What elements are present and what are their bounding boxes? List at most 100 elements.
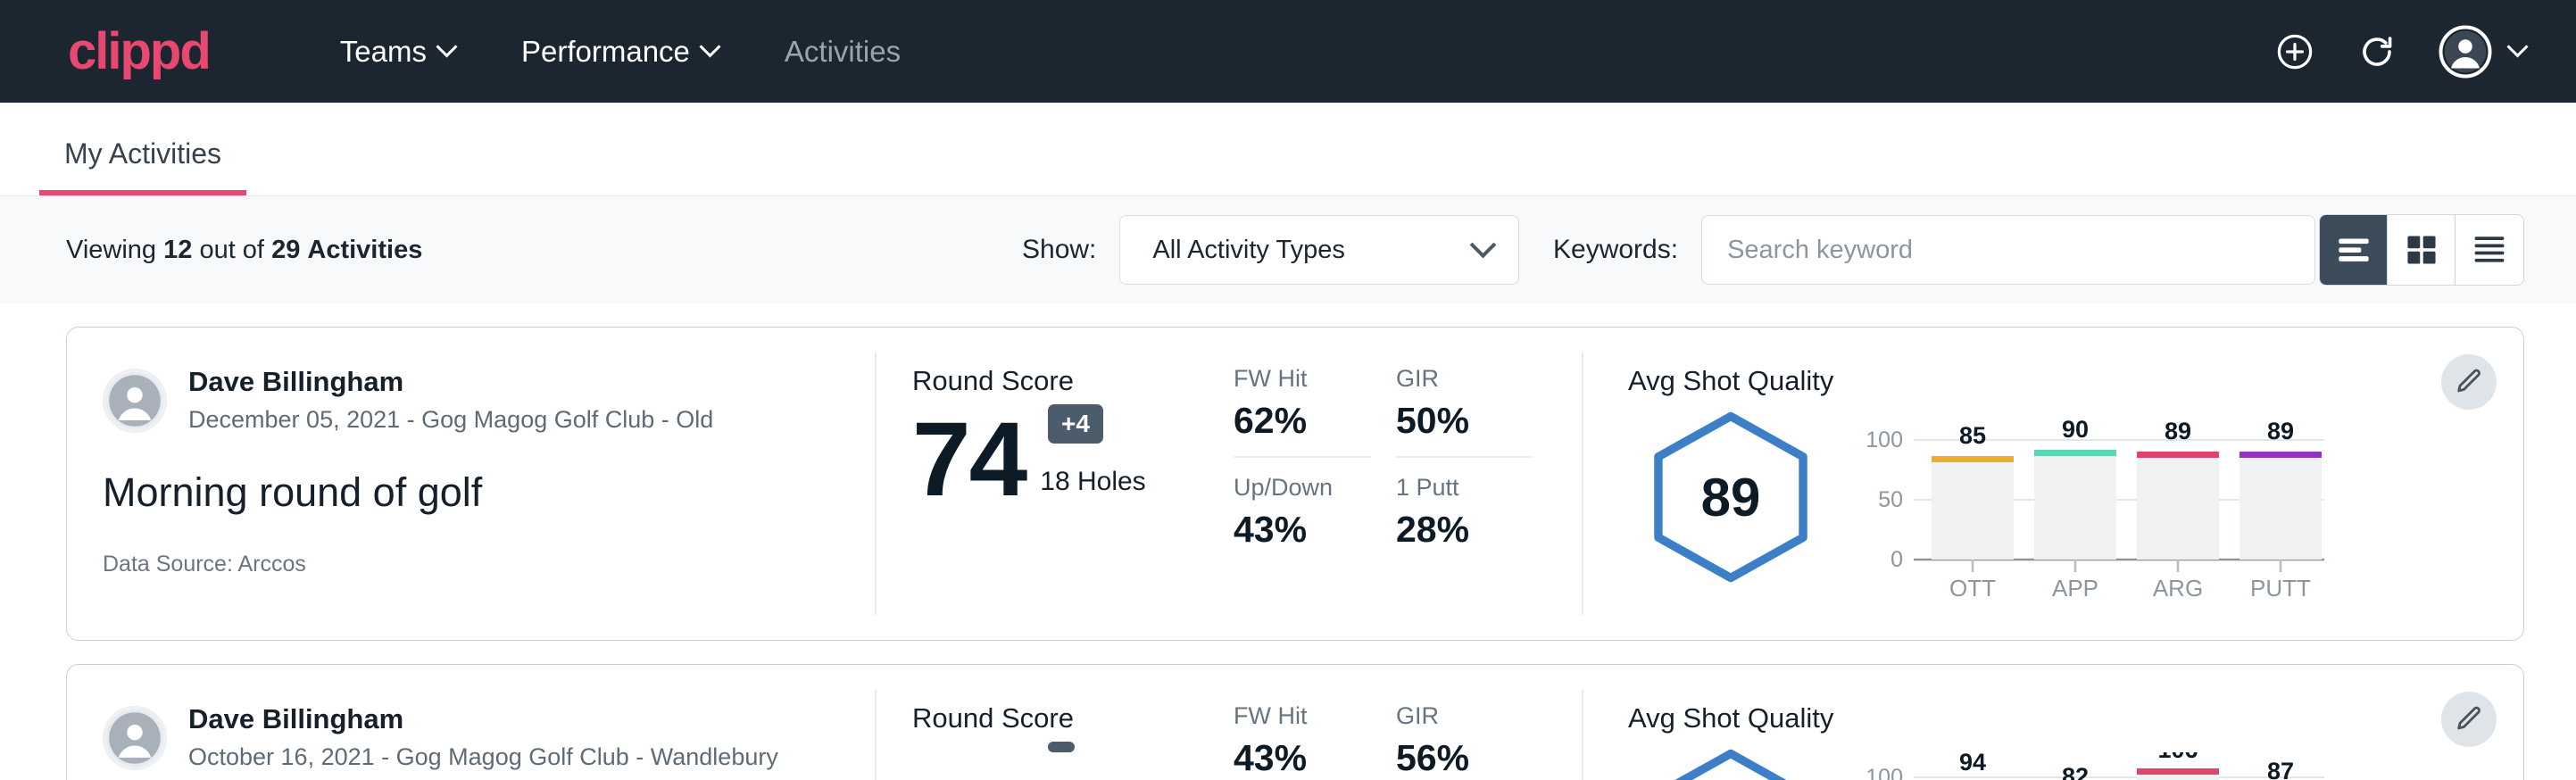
stat-column-right: GIR 56%	[1396, 702, 1558, 780]
activity-type-filter: Show: All Activity Types	[1022, 215, 1519, 285]
svg-text:106: 106	[2157, 752, 2198, 763]
nav-item-performance[interactable]: Performance	[489, 35, 752, 69]
primary-nav-links: Teams Performance Activities	[308, 35, 933, 69]
stat-column-right: GIR 50% 1 Putt 28%	[1396, 365, 1558, 640]
shot-quality-value: 89	[1646, 410, 1816, 585]
account-menu[interactable]	[2439, 25, 2528, 79]
list-view-button[interactable]	[2320, 215, 2388, 285]
round-score-label: Round Score	[912, 702, 1234, 734]
activity-meta: October 16, 2021 - Gog Magog Golf Club -…	[188, 741, 778, 773]
shot-quality-value	[1646, 747, 1816, 780]
score-differential-badge	[1048, 742, 1075, 752]
chevron-down-icon	[702, 39, 720, 57]
stat-value: 56%	[1396, 737, 1558, 779]
shot-quality-block: Avg Shot Quality 89 100 50 0	[1583, 328, 2523, 640]
plus-circle-icon[interactable]	[2274, 31, 2315, 72]
stat-value: 62%	[1234, 400, 1396, 442]
svg-text:85: 85	[1959, 422, 1986, 449]
stat-value: 43%	[1234, 509, 1396, 551]
compact-view-button[interactable]	[2456, 215, 2523, 285]
tab-bar: My Activities	[0, 103, 2576, 196]
nav-item-teams[interactable]: Teams	[308, 35, 489, 69]
stat-label: FW Hit	[1234, 702, 1396, 730]
y-tick-50: 50	[1878, 487, 1903, 512]
keywords-label: Keywords:	[1553, 235, 1678, 265]
view-mode-toggle	[2319, 214, 2524, 286]
svg-text:89: 89	[2267, 418, 2294, 444]
search-input[interactable]	[1701, 215, 2315, 285]
edit-activity-button[interactable]	[2441, 354, 2497, 410]
user-name: Dave Billingham	[188, 365, 713, 400]
activity-user: Dave Billingham December 05, 2021 - Gog …	[103, 365, 875, 436]
shot-quality-bar-chart: 100 50 0 94 OTT	[1853, 740, 2326, 780]
refresh-icon[interactable]	[2356, 31, 2397, 72]
activity-summary: Dave Billingham December 05, 2021 - Gog …	[67, 328, 875, 640]
bar-app: 90 APP	[2034, 416, 2116, 602]
stat-column-left: FW Hit 43%	[1234, 702, 1396, 780]
svg-text:APP: APP	[2052, 575, 2098, 602]
stat-value: 43%	[1234, 737, 1396, 779]
stat-label: Up/Down	[1234, 474, 1396, 502]
viewing-total: 29	[271, 236, 300, 264]
activity-type-select[interactable]: All Activity Types	[1119, 215, 1519, 285]
round-score-block: Round Score	[877, 665, 1234, 780]
activity-card[interactable]: Dave Billingham December 05, 2021 - Gog …	[66, 327, 2524, 641]
activity-card-list: Dave Billingham December 05, 2021 - Gog …	[0, 303, 2576, 780]
stat-divider	[1396, 456, 1533, 458]
svg-text:82: 82	[2062, 763, 2089, 780]
shot-quality-label: Avg Shot Quality	[1628, 365, 2523, 397]
top-navigation-bar: clippd Teams Performance Activities	[0, 0, 2576, 103]
nav-right-actions	[2274, 25, 2528, 79]
stat-label: GIR	[1396, 702, 1558, 730]
viewing-prefix: Viewing	[66, 236, 156, 264]
y-tick-0: 0	[1890, 547, 1903, 572]
activity-title: Morning round of golf	[103, 469, 875, 516]
svg-text:PUTT: PUTT	[2250, 575, 2311, 602]
svg-text:90: 90	[2062, 416, 2089, 443]
keyword-filter: Keywords:	[1553, 215, 2315, 285]
stat-divider	[1234, 456, 1371, 458]
viewing-count: 12	[163, 236, 192, 264]
shot-quality-block: Avg Shot Quality 100 50 0	[1583, 665, 2523, 780]
nav-item-activities[interactable]: Activities	[752, 35, 933, 69]
show-label: Show:	[1022, 235, 1096, 265]
chevron-down-icon	[2510, 39, 2528, 57]
nav-item-performance-label: Performance	[521, 35, 690, 69]
activity-card[interactable]: Dave Billingham October 16, 2021 - Gog M…	[66, 664, 2524, 780]
avatar	[103, 706, 167, 770]
grid-view-button[interactable]	[2388, 215, 2456, 285]
shot-quality-hexagon	[1628, 740, 1833, 780]
svg-text:87: 87	[2267, 758, 2294, 780]
stat-label: GIR	[1396, 365, 1558, 393]
tab-my-activities[interactable]: My Activities	[39, 137, 246, 195]
nav-item-activities-label: Activities	[785, 35, 901, 69]
activity-type-value: All Activity Types	[1152, 236, 1344, 265]
chevron-down-icon	[439, 39, 457, 57]
stat-value: 28%	[1396, 509, 1558, 551]
app-logo[interactable]: clippd	[68, 26, 210, 78]
svg-text:100: 100	[1866, 765, 1903, 780]
pencil-icon	[2454, 704, 2484, 734]
bar-ott: 94 OTT	[1932, 752, 2014, 780]
holes-count: 18 Holes	[1040, 467, 1145, 510]
shot-quality-hexagon: 89	[1628, 402, 1833, 585]
pencil-icon	[2454, 367, 2484, 397]
edit-activity-button[interactable]	[2441, 692, 2497, 747]
viewing-summary: Viewing 12 out of 29 Activities	[66, 236, 422, 265]
bar-putt: 89 PUTT	[2239, 418, 2322, 602]
shot-quality-label: Avg Shot Quality	[1628, 702, 2523, 734]
filter-bar: Viewing 12 out of 29 Activities Show: Al…	[0, 196, 2576, 303]
stat-label: FW Hit	[1234, 365, 1396, 393]
svg-text:OTT: OTT	[1949, 575, 1996, 602]
activity-user: Dave Billingham October 16, 2021 - Gog M…	[103, 702, 875, 773]
stat-column-left: FW Hit 62% Up/Down 43%	[1234, 365, 1396, 640]
account-avatar-icon	[2439, 25, 2492, 79]
activity-summary: Dave Billingham October 16, 2021 - Gog M…	[67, 665, 875, 780]
viewing-mid: out of	[199, 236, 264, 264]
round-score-value: 74	[912, 410, 1026, 510]
round-stats-block: FW Hit 62% Up/Down 43% GIR 50% 1 Putt 28…	[1234, 328, 1582, 640]
nav-item-teams-label: Teams	[340, 35, 427, 69]
user-name: Dave Billingham	[188, 702, 778, 737]
y-tick-100: 100	[1866, 427, 1903, 452]
bar-arg: 89 ARG	[2137, 418, 2219, 602]
